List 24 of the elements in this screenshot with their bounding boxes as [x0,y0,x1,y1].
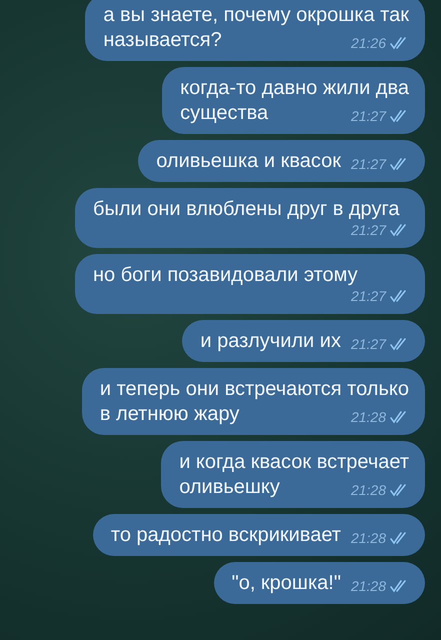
message-text: в летнюю жару [100,402,240,427]
message-text: существа [180,101,268,126]
message-text: и когда квасок встречает [179,450,409,475]
message-text: называется? [103,28,222,53]
message-text: оливьешку [179,475,280,500]
message-text: то радостно вскрикивает [110,523,341,548]
message-time: 21:26 [350,35,386,51]
message-text: когда-то давно жили два [180,76,409,101]
message-text: оливьешка и квасок [156,149,341,174]
message-time: 21:27 [350,222,386,238]
message-time: 21:28 [350,409,386,425]
message-time: 21:28 [350,482,386,498]
message-text: и разлучили их [200,329,341,354]
message-time: 21:28 [350,530,386,546]
message-text: но боги позавидовали этому [93,263,358,288]
message-time: 21:27 [350,156,386,172]
message-time: 21:27 [350,288,386,304]
message-text: "о, крошка!" [232,571,341,596]
message-text: а вы знаете, почему окрошка так [103,3,409,28]
message-time: 21:27 [350,336,386,352]
message-time: 21:27 [350,108,386,124]
message-text: были они влюблены друг в друга [93,197,400,222]
message-time: 21:28 [350,578,386,594]
message-text: и теперь они встречаются только [100,377,409,402]
